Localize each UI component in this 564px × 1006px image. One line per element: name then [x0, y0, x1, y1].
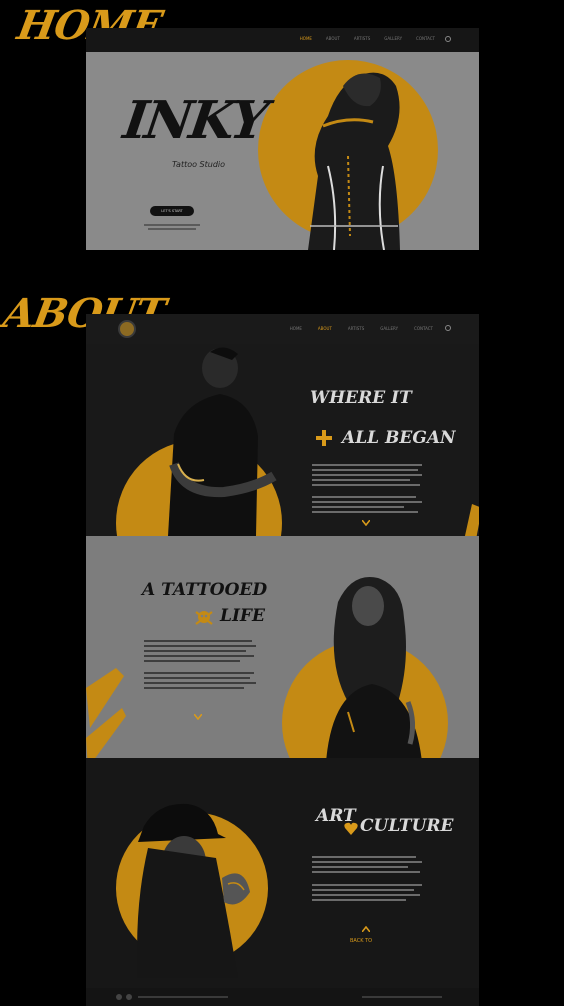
paragraph-line	[312, 496, 416, 498]
paragraph-line	[144, 677, 250, 679]
search-icon[interactable]	[445, 36, 451, 42]
about-navbar: HOME ABOUT ARTISTS GALLERY CONTACT	[86, 314, 479, 344]
section-heading-line2: LIFE	[220, 606, 265, 626]
paragraph-line	[312, 506, 404, 508]
home-nav-link-about[interactable]: ABOUT	[326, 36, 340, 41]
hero-tagline-line	[148, 228, 196, 230]
paragraph-line	[312, 866, 408, 868]
brush-stroke-decoration	[464, 504, 479, 536]
home-hero: INKY Tattoo Studio LET'S START	[86, 52, 479, 250]
paragraph-line	[312, 479, 410, 481]
paragraph-line	[312, 501, 422, 503]
back-to-top-link[interactable]: BACK TO	[350, 938, 372, 944]
section-heading-line2: ALL BEGAN	[342, 428, 456, 448]
art-culture-section: ART CULTURE BACK TO	[86, 758, 479, 1006]
paragraph-line	[312, 469, 418, 471]
hero-tagline-line	[144, 224, 200, 226]
paragraph-line	[312, 511, 418, 513]
paragraph-line	[144, 655, 254, 657]
where-it-all-began-section: WHERE IT ALL BEGAN	[86, 344, 479, 536]
instagram-icon[interactable]	[126, 994, 132, 1000]
about-nav-link-contact[interactable]: CONTACT	[414, 326, 433, 331]
paragraph-line	[144, 650, 246, 652]
a-tattooed-life-section: A TATTOOED LIFE	[86, 536, 479, 758]
home-nav-link-gallery[interactable]: GALLERY	[384, 36, 402, 41]
woman-in-hat-portrait	[137, 803, 250, 978]
paragraph-line	[144, 682, 256, 684]
paragraph-line	[312, 474, 422, 476]
paragraph-line	[312, 894, 420, 896]
studio-logo-icon[interactable]	[118, 320, 136, 338]
about-nav-link-artists[interactable]: ARTISTS	[348, 326, 364, 331]
section-heading-line1: WHERE IT	[310, 388, 412, 408]
skull-crossbones-icon	[194, 608, 214, 628]
home-nav-link-artists[interactable]: ARTISTS	[354, 36, 370, 41]
search-icon[interactable]	[445, 325, 451, 331]
paragraph-line	[312, 861, 422, 863]
site-footer	[86, 988, 479, 1006]
lets-start-button[interactable]: LET'S START	[150, 206, 194, 216]
section-heading-line1: A TATTOOED	[142, 580, 268, 600]
tattooed-woman-portrait	[326, 577, 422, 758]
home-page-preview: HOME ABOUT ARTISTS GALLERY CONTACT INKY …	[86, 28, 479, 250]
paragraph-line	[312, 856, 416, 858]
paragraph-line	[144, 640, 252, 642]
chevron-down-icon[interactable]	[362, 520, 370, 526]
heart-icon	[344, 820, 358, 835]
home-nav-link-home[interactable]: HOME	[300, 36, 312, 41]
paragraph-line	[312, 484, 420, 486]
paragraph-line	[144, 645, 256, 647]
paragraph-line	[312, 871, 420, 873]
paragraph-line	[312, 464, 422, 466]
paragraph-line	[144, 660, 240, 662]
footer-address-line	[138, 996, 228, 998]
about-nav-link-about[interactable]: ABOUT	[318, 326, 332, 331]
about-nav-link-home[interactable]: HOME	[290, 326, 302, 331]
home-nav-link-contact[interactable]: CONTACT	[416, 36, 435, 41]
facebook-icon[interactable]	[116, 994, 122, 1000]
section-heading-line2: CULTURE	[360, 816, 454, 836]
paragraph-line	[144, 672, 254, 674]
brush-stroke-decoration	[86, 668, 126, 758]
chevron-down-icon[interactable]	[194, 714, 202, 720]
about-page-preview: HOME ABOUT ARTISTS GALLERY CONTACT WHERE…	[86, 314, 479, 1006]
paragraph-line	[312, 899, 406, 901]
home-navbar: HOME ABOUT ARTISTS GALLERY CONTACT	[86, 28, 479, 52]
about-nav-link-gallery[interactable]: GALLERY	[380, 326, 398, 331]
brand-subtitle: Tattoo Studio	[172, 160, 226, 169]
paragraph-line	[312, 889, 414, 891]
paragraph-line	[144, 687, 244, 689]
chevron-up-icon[interactable]	[362, 926, 370, 932]
brand-logo-text: INKY	[119, 90, 270, 151]
hero-tattooed-figure-image	[308, 72, 400, 250]
paragraph-line	[312, 884, 422, 886]
cross-emblem-icon	[316, 430, 332, 446]
footer-copyright-line	[362, 996, 442, 998]
tattooed-man-portrait	[168, 347, 277, 536]
